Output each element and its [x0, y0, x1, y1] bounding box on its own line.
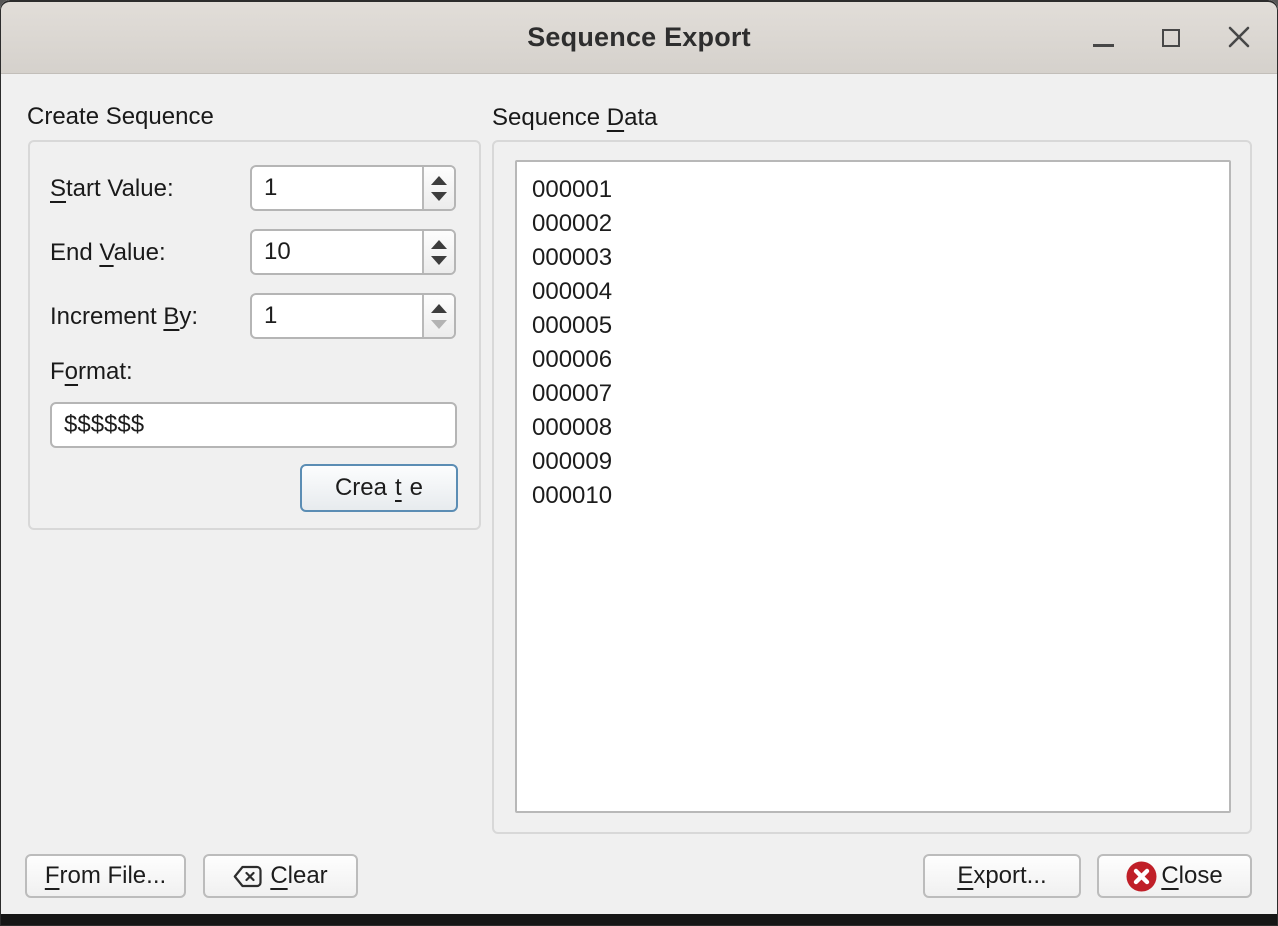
from-file-button-label: From File... [45, 862, 166, 890]
start-value-label: Start Value: [50, 175, 174, 203]
close-window-button[interactable] [1226, 24, 1252, 50]
export-button-label: Export... [957, 862, 1046, 890]
close-button[interactable]: Close [1097, 854, 1252, 898]
export-button[interactable]: Export... [923, 854, 1081, 898]
from-file-button[interactable]: From File... [25, 854, 186, 898]
increment-by-spin-buttons [422, 295, 454, 337]
spin-down-icon[interactable] [431, 192, 447, 201]
start-value-spinbox[interactable]: 1 [250, 165, 456, 211]
end-value-spin-buttons [422, 231, 454, 273]
sequence-export-dialog: Sequence Export Create Sequence Start Va… [0, 0, 1278, 926]
backspace-clear-icon [233, 865, 262, 888]
window-controls [1090, 0, 1252, 74]
close-icon [1226, 24, 1252, 50]
maximize-button[interactable] [1158, 24, 1184, 50]
end-value-spinbox[interactable]: 10 [250, 229, 456, 275]
format-label: Format: [50, 358, 133, 386]
increment-by-field[interactable]: 1 [252, 295, 422, 337]
maximize-icon [1162, 29, 1180, 47]
minimize-button[interactable] [1090, 24, 1116, 50]
close-red-icon [1126, 861, 1157, 892]
clear-button-label: Clear [270, 862, 327, 890]
end-value-field[interactable]: 10 [252, 231, 422, 273]
sequence-data-group-label: Sequence Data [492, 104, 657, 132]
minimize-icon [1093, 44, 1114, 47]
start-value-field[interactable]: 1 [252, 167, 422, 209]
create-sequence-group-label: Create Sequence [27, 103, 214, 131]
clear-button[interactable]: Clear [203, 854, 358, 898]
spin-down-icon[interactable] [431, 320, 447, 329]
increment-by-spinbox[interactable]: 1 [250, 293, 456, 339]
spin-down-icon[interactable] [431, 256, 447, 265]
spin-up-icon[interactable] [431, 304, 447, 313]
end-value-label: End Value: [50, 239, 166, 267]
close-button-label: Close [1161, 862, 1222, 890]
start-value-spin-buttons [422, 167, 454, 209]
spin-up-icon[interactable] [431, 240, 447, 249]
window-title: Sequence Export [0, 0, 1278, 74]
increment-by-label: Increment By: [50, 303, 198, 331]
titlebar[interactable]: Sequence Export [0, 0, 1278, 74]
sequence-data-textarea[interactable]: 000001 000002 000003 000004 000005 00000… [515, 160, 1231, 813]
format-input[interactable]: $$$$$$ [50, 402, 457, 448]
spin-up-icon[interactable] [431, 176, 447, 185]
window-bottom-edge [0, 914, 1278, 926]
create-button[interactable]: Create [300, 464, 458, 512]
